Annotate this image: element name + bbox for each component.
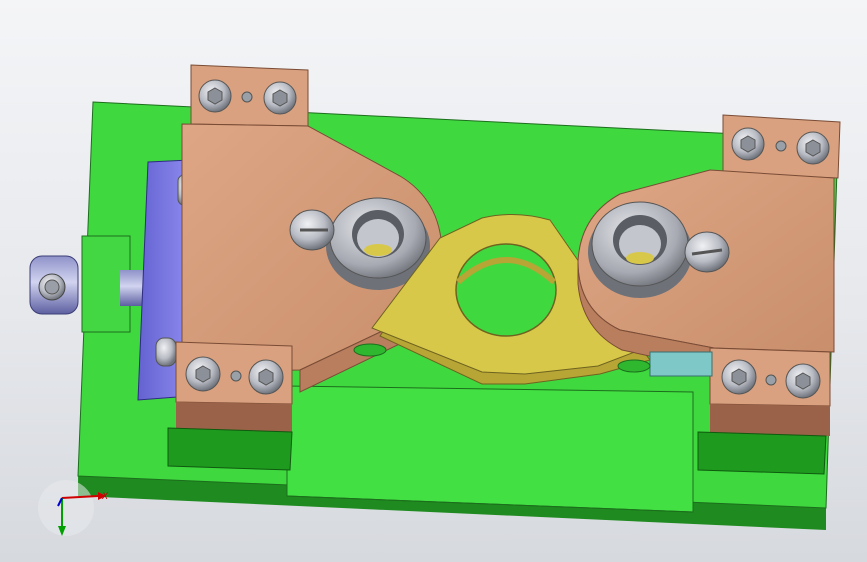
support-pad-icon <box>353 343 387 357</box>
right-arm-foot-edge <box>710 404 830 436</box>
hex-socket-screw-icon[interactable] <box>785 363 821 399</box>
dowel-hole-icon <box>241 91 253 103</box>
dowel-hole-icon <box>230 370 242 382</box>
hex-socket-screw-icon[interactable] <box>198 79 232 113</box>
support-pad-icon <box>617 359 651 373</box>
hex-socket-screw-icon[interactable] <box>248 359 284 395</box>
left-locator-pin[interactable] <box>289 209 335 251</box>
fixture-model[interactable]: X <box>0 0 867 562</box>
right-support-block <box>697 431 827 475</box>
hex-socket-screw-icon[interactable] <box>263 81 297 115</box>
hex-socket-screw-icon[interactable] <box>731 127 765 161</box>
left-arm-foot-edge <box>176 402 292 432</box>
hex-socket-screw-icon[interactable] <box>185 356 221 392</box>
hex-socket-screw-icon[interactable] <box>721 359 757 395</box>
right-locator-pin[interactable] <box>684 231 730 273</box>
left-support-block <box>167 427 293 471</box>
dowel-hole-icon <box>765 374 777 386</box>
right-pivot-bushing[interactable] <box>588 201 692 298</box>
triad-x-label: X <box>101 492 109 502</box>
graphics-viewport[interactable]: X <box>0 0 867 562</box>
right-riser <box>649 351 713 377</box>
base-plate-pocket <box>286 385 694 513</box>
hex-socket-screw-icon[interactable] <box>796 131 830 165</box>
guide-bolt-icon <box>155 337 177 367</box>
dowel-hole-icon <box>775 140 787 152</box>
